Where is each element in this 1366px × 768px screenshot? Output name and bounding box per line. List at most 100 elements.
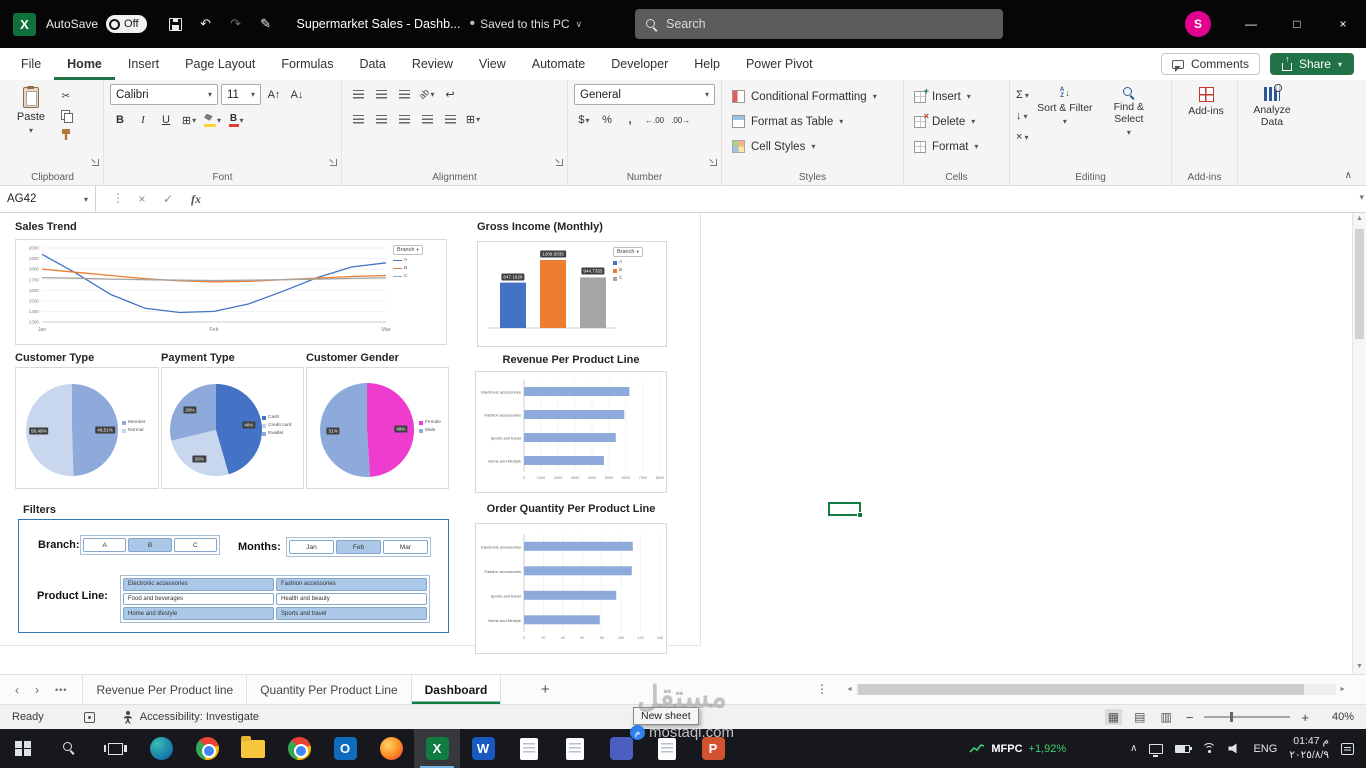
minimize-button[interactable]: —	[1228, 0, 1274, 48]
ribbon-tab-home[interactable]: Home	[54, 48, 115, 80]
vertical-scroll-thumb[interactable]	[1355, 229, 1364, 339]
slicer-months-mar[interactable]: Mar	[383, 540, 428, 554]
format-painter-button[interactable]	[56, 127, 76, 142]
sales-trend-chart[interactable]: 1300 1400 1500 1600 1700 1800 1900 2000 Jan Feb Ma…	[15, 239, 447, 345]
zoom-slider-thumb[interactable]	[1230, 712, 1234, 722]
font-size-select[interactable]: 11 ▾	[221, 84, 261, 105]
hidden-icons-chevron[interactable]: ∧	[1130, 743, 1137, 754]
customer-type-chart[interactable]: 49,51% 50,49% Member Normal	[15, 367, 159, 489]
scroll-left-icon[interactable]: ◄	[846, 686, 853, 693]
taskbar-search-button[interactable]	[46, 729, 92, 768]
taskbar-app-file-explorer[interactable]	[230, 729, 276, 768]
new-sheet-button[interactable]: +	[527, 675, 563, 704]
horizontal-scroll-track[interactable]	[855, 683, 1337, 695]
number-dialog-launcher[interactable]	[710, 159, 717, 166]
number-format-select[interactable]: General ▾	[574, 84, 715, 105]
customize-toolbar-icon[interactable]: ✎	[254, 16, 278, 32]
align-right-button[interactable]	[394, 109, 414, 129]
find-select-button[interactable]: Find & Select ▾	[1101, 84, 1157, 146]
comma-style-button[interactable]: ,	[620, 110, 640, 130]
cut-button[interactable]: ✂	[56, 89, 76, 104]
wifi-icon[interactable]	[1202, 743, 1217, 754]
undo-icon[interactable]: ↶	[194, 16, 218, 32]
close-button[interactable]: ×	[1320, 0, 1366, 48]
shrink-font-button[interactable]: A↓	[287, 85, 307, 105]
slicer-branch-b[interactable]: B	[128, 538, 172, 552]
accounting-format-button[interactable]: $ ▾	[574, 110, 594, 130]
cell-styles-button[interactable]: Cell Styles ▾	[728, 134, 897, 159]
sales-trend-branch-filter-chip[interactable]: Branch ▾	[393, 245, 423, 255]
macro-record-icon[interactable]	[83, 711, 95, 723]
slicer-product-line-home-and-lifestyle[interactable]: Home and lifestyle	[123, 607, 274, 620]
customer-gender-chart[interactable]: 49% 51% Female Male	[306, 367, 449, 489]
sheet-tab-quantity-per-product-line[interactable]: Quantity Per Product Line	[247, 675, 412, 704]
format-cells-button[interactable]: Format ▾	[910, 134, 1003, 159]
fill-color-button[interactable]: ▾	[202, 110, 223, 130]
ribbon-tab-file[interactable]: File	[8, 48, 54, 80]
formula-input[interactable]	[216, 186, 1350, 212]
expand-formula-bar-icon[interactable]: ▾	[1359, 192, 1364, 203]
merge-center-button[interactable]: ⊞ ▾	[463, 109, 483, 129]
save-icon[interactable]	[164, 17, 188, 31]
maximize-button[interactable]: □	[1274, 0, 1320, 48]
name-box[interactable]: AG42 ▾	[0, 186, 96, 212]
taskbar-app-chrome[interactable]	[184, 729, 230, 768]
taskbar-app-app-blue[interactable]	[598, 729, 644, 768]
borders-button[interactable]: ⊞ ▾	[179, 110, 199, 130]
worksheet[interactable]: Sales Trend 1300 1400 1500 1600 1700 1800 1900…	[0, 213, 1366, 674]
stock-widget[interactable]: MFPC +1,92%	[969, 743, 1066, 755]
zoom-out-button[interactable]: −	[1184, 710, 1196, 725]
clear-button[interactable]: × ▾	[1016, 128, 1029, 146]
ribbon-tab-review[interactable]: Review	[399, 48, 466, 80]
clock[interactable]: 01:47 م ٢٠٢٥/٨/٩	[1289, 735, 1329, 762]
alignment-dialog-launcher[interactable]	[556, 159, 563, 166]
sort-filter-button[interactable]: A Z ↓ Sort & Filter ▾	[1037, 84, 1093, 146]
taskbar-app-text-document[interactable]	[552, 729, 598, 768]
payment-type-chart[interactable]: 46% 26% 29% Cash Credit card Ewallet	[161, 367, 304, 489]
font-color-button[interactable]: B ▾	[226, 110, 246, 130]
copy-button[interactable]	[56, 108, 76, 123]
monitor-icon[interactable]	[1149, 743, 1164, 757]
active-cell[interactable]	[828, 502, 863, 518]
slicer-product-line-electronic-accessories[interactable]: Electronic accessories	[123, 578, 274, 591]
font-family-select[interactable]: Calibri ▾	[110, 84, 218, 105]
ribbon-tab-power-pivot[interactable]: Power Pivot	[733, 48, 826, 80]
percent-style-button[interactable]: %	[597, 110, 617, 130]
ribbon-tab-insert[interactable]: Insert	[115, 48, 172, 80]
ribbon-tab-data[interactable]: Data	[346, 48, 398, 80]
vertical-scrollbar[interactable]: ▲ ▼	[1352, 213, 1366, 674]
zoom-level[interactable]: 40%	[1320, 711, 1354, 723]
slicer-product-line-sports-and-travel[interactable]: Sports and travel	[276, 607, 427, 620]
order-quantity-chart[interactable]: 0 20 40 60 80 100 120 140 Electronic accessories…	[475, 523, 667, 654]
ribbon-tab-view[interactable]: View	[466, 48, 519, 80]
slicer-months-feb[interactable]: Feb	[336, 540, 381, 554]
ribbon-tab-developer[interactable]: Developer	[598, 48, 681, 80]
gross-income-branch-filter-chip[interactable]: Branch ▾	[613, 247, 643, 257]
page-layout-view-button[interactable]: ▤	[1131, 709, 1148, 725]
zoom-slider[interactable]	[1204, 712, 1291, 722]
fill-button[interactable]: ↓ ▾	[1016, 107, 1029, 125]
next-sheet-icon[interactable]: ›	[35, 683, 39, 697]
increase-indent-button[interactable]	[440, 109, 460, 129]
redo-icon[interactable]: ↷	[224, 16, 248, 32]
taskbar-app-firefox[interactable]	[368, 729, 414, 768]
align-middle-button[interactable]	[371, 84, 391, 104]
notification-center-icon[interactable]	[1341, 742, 1354, 755]
grow-font-button[interactable]: A↑	[264, 85, 284, 105]
confirm-entry-icon[interactable]: ✓	[156, 186, 180, 212]
format-as-table-button[interactable]: Format as Table ▾	[728, 109, 897, 134]
volume-icon[interactable]	[1228, 743, 1241, 754]
normal-view-button[interactable]: ▦	[1104, 709, 1123, 725]
taskbar-app-excel[interactable]: X	[414, 729, 460, 768]
collapse-ribbon-button[interactable]: ∧	[1345, 170, 1352, 181]
increase-decimal-button[interactable]: ←.00	[643, 110, 666, 130]
excel-app-icon[interactable]	[13, 12, 36, 36]
taskbar-app-notepad[interactable]	[506, 729, 552, 768]
bold-button[interactable]: B	[110, 110, 130, 130]
slicer-product-line-food-and-beverages[interactable]: Food and beverages	[123, 592, 274, 606]
ribbon-tab-automate[interactable]: Automate	[519, 48, 599, 80]
insert-function-icon[interactable]: fx	[184, 186, 208, 212]
taskbar-app-edge[interactable]	[138, 729, 184, 768]
ribbon-tab-formulas[interactable]: Formulas	[268, 48, 346, 80]
tab-bar-kebab-icon[interactable]: ⋮	[816, 674, 828, 704]
